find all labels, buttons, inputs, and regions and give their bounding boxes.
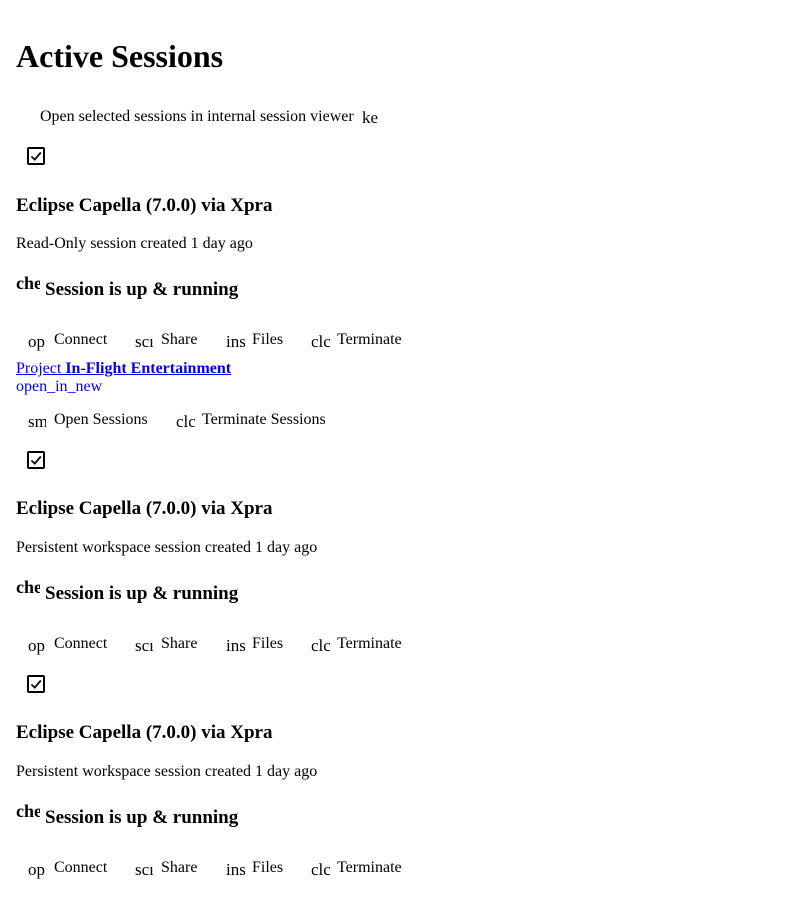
session-subtitle: Read-Only session created 1 day ago xyxy=(16,235,253,252)
viewer-toggle-label[interactable]: Open selected sessions in internal sessi… xyxy=(40,107,354,126)
terminate-sessions-button[interactable]: Terminate Sessions xyxy=(202,410,326,429)
terminate-button[interactable]: Terminate xyxy=(337,858,402,877)
session-checkbox[interactable] xyxy=(27,451,45,469)
page-title: Active Sessions xyxy=(16,38,224,74)
close-icon[interactable]: clc xyxy=(311,860,330,880)
check-circle-icon: che xyxy=(16,273,40,293)
terminate-button[interactable]: Terminate xyxy=(337,330,402,349)
files-button[interactable]: Files xyxy=(252,330,283,349)
connect-button[interactable]: Connect xyxy=(54,634,107,653)
keyboard-icon[interactable]: ke xyxy=(362,108,381,128)
insert-drive-file-icon[interactable]: ins xyxy=(226,636,245,656)
project-link[interactable]: Project In-Flight Entertainment xyxy=(16,359,231,378)
insert-drive-file-icon[interactable]: ins xyxy=(226,332,245,352)
check-circle-icon: che xyxy=(16,801,40,821)
close-icon[interactable]: clc xyxy=(311,332,330,352)
screen-share-icon[interactable]: scı xyxy=(135,332,155,352)
session-title: Eclipse Capella (7.0.0) via Xpra xyxy=(16,498,273,519)
screen-share-icon[interactable]: scı xyxy=(135,636,155,656)
session-subtitle: Persistent workspace session created 1 d… xyxy=(16,539,318,556)
connect-button[interactable]: Connect xyxy=(54,330,107,349)
share-button[interactable]: Share xyxy=(161,858,197,877)
terminate-button[interactable]: Terminate xyxy=(337,634,402,653)
smart-display-icon[interactable]: sm xyxy=(28,412,46,432)
files-button[interactable]: Files xyxy=(252,634,283,653)
share-button[interactable]: Share xyxy=(161,634,197,653)
project-name: In-Flight Entertainment xyxy=(65,360,232,377)
files-button[interactable]: Files xyxy=(252,858,283,877)
screen-share-icon[interactable]: scı xyxy=(135,860,155,880)
open-in-browser-icon[interactable]: op xyxy=(28,332,48,352)
checkmark-icon xyxy=(30,455,42,465)
open-in-browser-icon[interactable]: op xyxy=(28,860,48,880)
session-status: Session is up & running xyxy=(45,279,239,300)
session-status: Session is up & running xyxy=(45,807,239,828)
connect-button[interactable]: Connect xyxy=(54,858,107,877)
session-title: Eclipse Capella (7.0.0) via Xpra xyxy=(16,722,273,743)
open-sessions-button[interactable]: Open Sessions xyxy=(54,410,148,429)
checkmark-icon xyxy=(30,151,42,161)
close-icon[interactable]: clc xyxy=(311,636,330,656)
project-prefix: Project xyxy=(16,360,62,377)
checkmark-icon xyxy=(30,679,42,689)
check-circle-icon: che xyxy=(16,577,40,597)
open-in-browser-icon[interactable]: op xyxy=(28,636,48,656)
session-subtitle: Persistent workspace session created 1 d… xyxy=(16,763,318,780)
session-status: Session is up & running xyxy=(45,583,239,604)
session-title: Eclipse Capella (7.0.0) via Xpra xyxy=(16,195,273,216)
close-icon[interactable]: clc xyxy=(176,412,195,432)
share-button[interactable]: Share xyxy=(161,330,197,349)
session-checkbox[interactable] xyxy=(27,147,45,165)
session-checkbox[interactable] xyxy=(27,675,45,693)
insert-drive-file-icon[interactable]: ins xyxy=(226,860,245,880)
open-in-new-icon[interactable]: open_in_new xyxy=(16,377,102,396)
